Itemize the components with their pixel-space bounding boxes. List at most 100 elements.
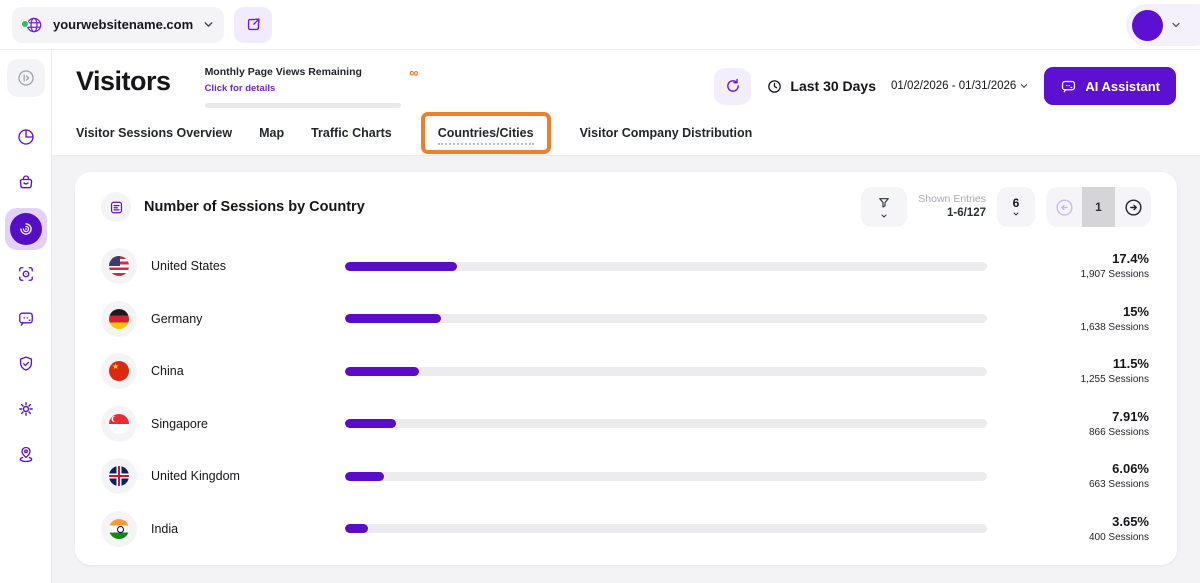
row-values: 17.4% 1,907 Sessions — [1001, 251, 1151, 281]
report-list-icon — [101, 192, 131, 222]
country-name: Germany — [151, 312, 331, 326]
date-range-selector[interactable]: 01/02/2026 - 01/31/2026 — [891, 80, 1029, 92]
website-selector[interactable]: yourwebsitename.com — [12, 7, 224, 43]
previous-page-button[interactable] — [1046, 187, 1082, 227]
country-row: India 3.65% 400 Sessions — [101, 503, 1151, 556]
tab-bar: Visitor Sessions Overview Map Traffic Ch… — [52, 108, 1200, 146]
row-values: 7.91% 866 Sessions — [1001, 409, 1151, 439]
country-row: United Kingdom 6.06% 663 Sessions — [101, 450, 1151, 503]
period-label: Last 30 Days — [790, 78, 876, 94]
sidebar-item-settings[interactable] — [7, 390, 45, 428]
tab-map[interactable]: Map — [259, 126, 284, 140]
chevron-down-icon — [880, 212, 888, 220]
funnel-icon — [876, 195, 892, 211]
sessions-bar-fill — [345, 524, 368, 533]
date-range-value: 01/02/2026 - 01/31/2026 — [891, 80, 1016, 92]
country-name: China — [151, 364, 331, 378]
country-rows: United States 17.4% 1,907 Sessions Germa… — [101, 238, 1151, 555]
dashboard-donut-icon — [16, 127, 36, 147]
flag-sg-icon — [101, 406, 137, 442]
ai-assistant-label: AI Assistant — [1085, 79, 1160, 94]
filter-button[interactable] — [861, 187, 907, 227]
country-row: China 11.5% 1,255 Sessions — [101, 345, 1151, 398]
tab-countries-cities[interactable]: Countries/Cities — [438, 126, 534, 145]
sessions-value: 663 Sessions — [1001, 478, 1149, 491]
sidebar-item-visitors[interactable] — [5, 208, 47, 250]
external-link-icon — [245, 16, 262, 33]
sessions-value: 1,638 Sessions — [1001, 321, 1149, 334]
tab-visitor-sessions-overview[interactable]: Visitor Sessions Overview — [76, 126, 232, 140]
arrow-right-circle-icon — [1123, 197, 1144, 218]
sessions-value: 1,255 Sessions — [1001, 373, 1149, 386]
collapse-sidebar-icon — [16, 68, 36, 88]
tab-highlight-box: Countries/Cities — [421, 112, 551, 154]
page-views-quota: Monthly Page Views Remaining Click for d… — [205, 64, 419, 108]
sessions-bar-fill — [345, 472, 384, 481]
next-page-button[interactable] — [1115, 187, 1151, 227]
top-bar: yourwebsitename.com — [0, 0, 1200, 50]
status-dot — [21, 20, 29, 28]
sessions-bar-fill — [345, 367, 419, 376]
quota-progress-bar — [205, 103, 401, 108]
percent-value: 15% — [1001, 304, 1149, 321]
flag-cn-icon — [101, 353, 137, 389]
chevron-down-icon — [1012, 210, 1020, 218]
sessions-bar-track — [345, 419, 987, 428]
row-values: 6.06% 663 Sessions — [1001, 461, 1151, 491]
pagination: 1 — [1046, 187, 1151, 227]
tab-visitor-company-distribution[interactable]: Visitor Company Distribution — [580, 126, 753, 140]
row-values: 11.5% 1,255 Sessions — [1001, 356, 1151, 386]
location-pin-icon — [16, 444, 36, 464]
ai-assistant-button[interactable]: AI Assistant — [1044, 67, 1176, 105]
sidebar-item-dashboard[interactable] — [7, 118, 45, 156]
behavior-focus-icon — [16, 264, 36, 284]
sessions-bar-track — [345, 262, 987, 271]
avatar — [1132, 10, 1163, 41]
page-size-value: 6 — [1013, 197, 1020, 210]
percent-value: 3.65% — [1001, 514, 1149, 531]
country-name: Singapore — [151, 417, 331, 431]
tab-traffic-charts[interactable]: Traffic Charts — [311, 126, 392, 140]
sessions-bar-track — [345, 367, 987, 376]
shown-entries-value: 1-6/127 — [918, 206, 986, 220]
quota-label: Monthly Page Views Remaining — [205, 66, 362, 78]
sidebar-item-communication[interactable] — [7, 300, 45, 338]
quota-details-link[interactable]: Click for details — [205, 83, 276, 94]
sidebar-item-collapse[interactable] — [7, 59, 45, 97]
sidebar-item-acquisition[interactable] — [7, 163, 45, 201]
sidebar-item-behavior[interactable] — [7, 255, 45, 293]
globe-icon — [24, 15, 44, 35]
settings-gear-icon — [16, 399, 36, 419]
country-row: Singapore 7.91% 866 Sessions — [101, 398, 1151, 451]
user-menu[interactable] — [1126, 4, 1200, 46]
shown-entries: Shown Entries 1-6/127 — [918, 193, 986, 221]
row-values: 15% 1,638 Sessions — [1001, 304, 1151, 334]
chat-icon — [1060, 78, 1077, 95]
page-title: Visitors — [76, 64, 171, 98]
sessions-by-country-card: Number of Sessions by Country Shown Entr… — [75, 172, 1177, 565]
visitors-radar-icon — [10, 213, 42, 245]
sessions-bar-fill — [345, 314, 441, 323]
card-title: Number of Sessions by Country — [144, 199, 365, 215]
chevron-down-icon — [202, 18, 215, 31]
sessions-value: 1,907 Sessions — [1001, 268, 1149, 281]
country-name: India — [151, 522, 331, 536]
flag-gb-icon — [101, 458, 137, 494]
chevron-down-icon — [1019, 81, 1029, 91]
page-size-selector[interactable]: 6 — [997, 187, 1035, 227]
sessions-value: 400 Sessions — [1001, 531, 1149, 544]
sidebar-item-location[interactable] — [7, 435, 45, 473]
percent-value: 7.91% — [1001, 409, 1149, 426]
acquisition-bag-icon — [16, 172, 36, 192]
country-row: Germany 15% 1,638 Sessions — [101, 293, 1151, 346]
sidebar-item-privacy[interactable] — [7, 345, 45, 383]
flag-us-icon — [101, 248, 137, 284]
percent-value: 6.06% — [1001, 461, 1149, 478]
flag-in-icon — [101, 511, 137, 547]
refresh-button[interactable] — [714, 68, 751, 105]
arrow-left-circle-icon — [1054, 197, 1075, 218]
period-selector[interactable]: Last 30 Days — [766, 78, 876, 95]
sessions-bar-track — [345, 314, 987, 323]
infinity-value: ∞ — [409, 66, 418, 79]
open-website-button[interactable] — [234, 7, 272, 43]
